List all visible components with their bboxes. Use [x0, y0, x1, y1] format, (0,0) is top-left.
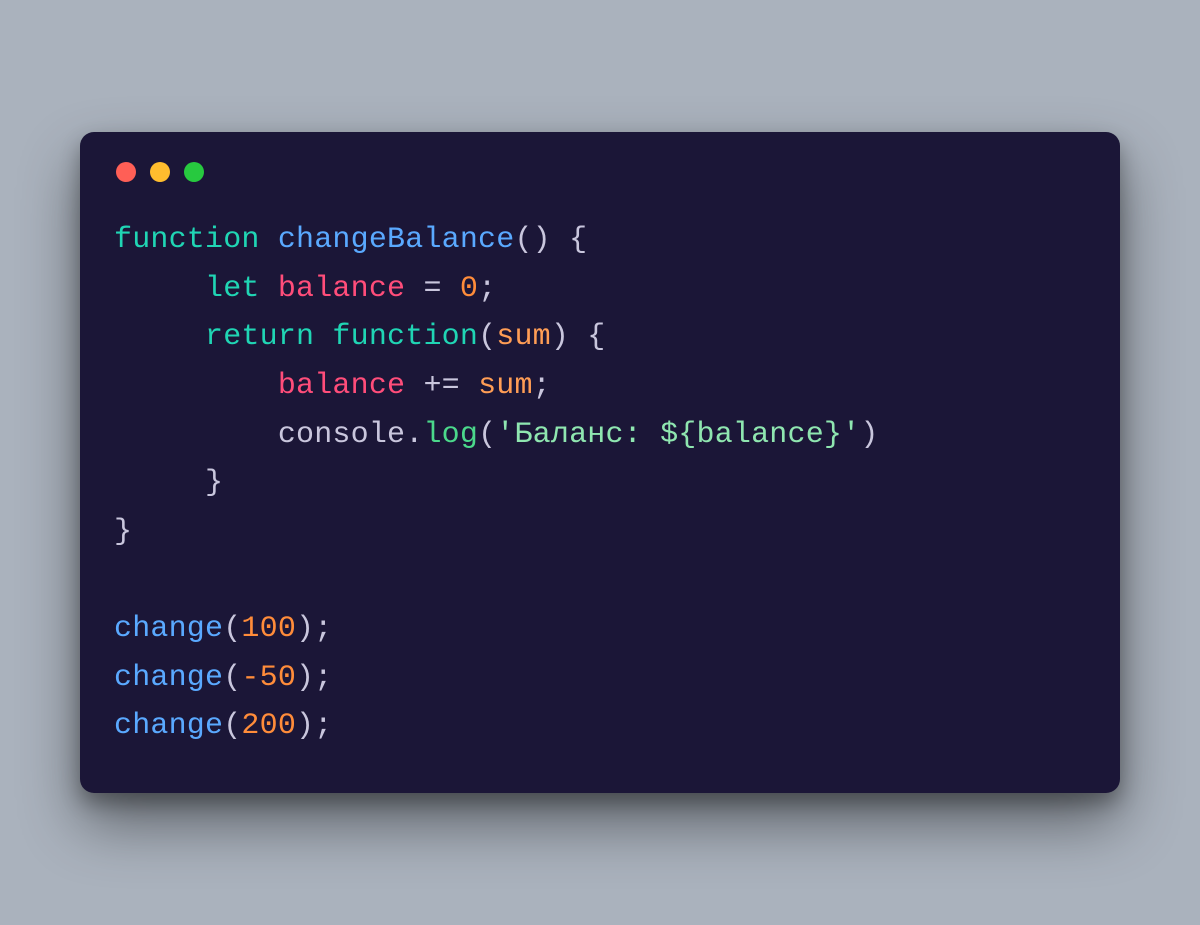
code-token	[114, 320, 205, 354]
code-token: sum	[496, 320, 551, 354]
code-line: }	[114, 515, 132, 549]
code-token: (	[223, 612, 241, 646]
code-token: .	[405, 418, 423, 452]
code-token: balance	[278, 272, 405, 306]
code-token: ;	[533, 369, 551, 403]
code-token: log	[423, 418, 478, 452]
code-token: 100	[241, 612, 296, 646]
code-token: change	[114, 661, 223, 695]
code-line: return function(sum) {	[114, 320, 605, 354]
stage: function changeBalance() { let balance =…	[0, 0, 1200, 925]
code-token: )	[860, 418, 878, 452]
code-token: );	[296, 661, 332, 695]
code-line: function changeBalance() {	[114, 223, 587, 257]
code-token	[114, 418, 278, 452]
code-token	[114, 272, 205, 306]
code-block: function changeBalance() { let balance =…	[114, 216, 1086, 751]
zoom-icon[interactable]	[184, 162, 204, 182]
code-token: 0	[460, 272, 478, 306]
code-token: 'Баланс: ${balance}'	[496, 418, 860, 452]
code-token: let	[205, 272, 278, 306]
code-line: balance += sum;	[114, 369, 551, 403]
code-token: }	[114, 466, 223, 500]
code-line: let balance = 0;	[114, 272, 496, 306]
code-token: 200	[241, 709, 296, 743]
code-token: ;	[478, 272, 496, 306]
code-token: }	[114, 515, 132, 549]
minimize-icon[interactable]	[150, 162, 170, 182]
code-token: (	[223, 709, 241, 743]
code-token: +=	[405, 369, 478, 403]
code-token: );	[296, 612, 332, 646]
code-token: (	[478, 320, 496, 354]
code-line: console.log('Баланс: ${balance}')	[114, 418, 879, 452]
code-token: changeBalance	[278, 223, 515, 257]
code-window: function changeBalance() { let balance =…	[80, 132, 1120, 793]
code-line: change(200);	[114, 709, 332, 743]
code-token: balance	[278, 369, 405, 403]
code-token: change	[114, 612, 223, 646]
code-token: change	[114, 709, 223, 743]
code-token: =	[405, 272, 460, 306]
code-token: ) {	[551, 320, 606, 354]
code-token: function	[114, 223, 278, 257]
code-token: (	[223, 661, 241, 695]
code-token: -50	[241, 661, 296, 695]
code-line: change(-50);	[114, 661, 332, 695]
code-token: (	[478, 418, 496, 452]
code-line: }	[114, 466, 223, 500]
window-controls	[116, 162, 1086, 182]
code-token: return function	[205, 320, 478, 354]
code-token	[114, 369, 278, 403]
close-icon[interactable]	[116, 162, 136, 182]
code-token: console	[278, 418, 405, 452]
code-token: () {	[514, 223, 587, 257]
code-token: sum	[478, 369, 533, 403]
code-line: change(100);	[114, 612, 332, 646]
code-token: );	[296, 709, 332, 743]
